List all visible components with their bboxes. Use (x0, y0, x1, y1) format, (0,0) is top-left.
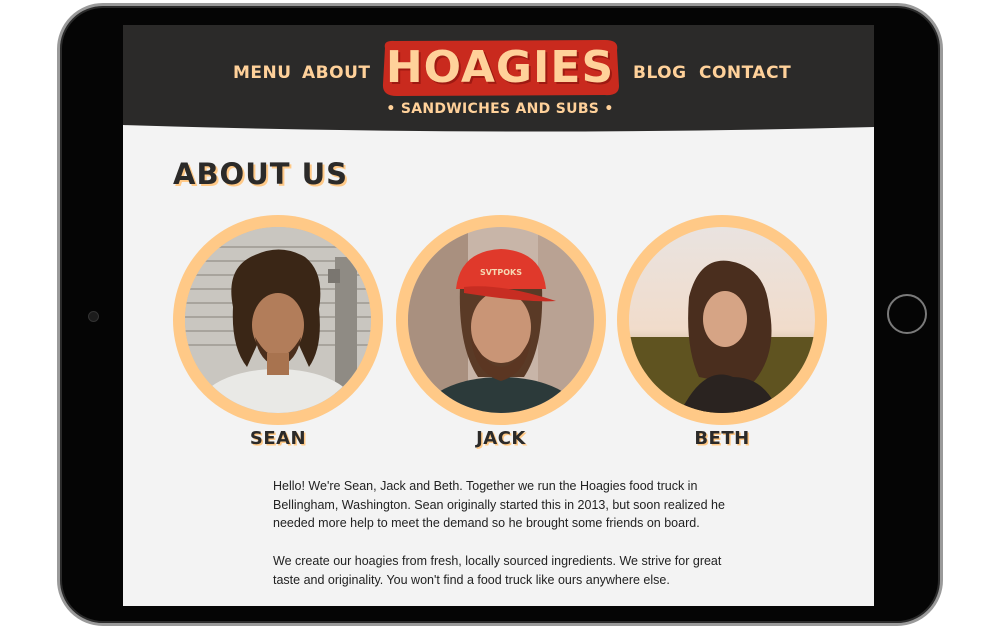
team-member-jack: SVTPOKS JACK (396, 215, 606, 455)
tagline: • SANDWICHES AND SUBS • (386, 101, 614, 117)
camera-icon (88, 311, 99, 322)
avatar-photo-jack: SVTPOKS (408, 227, 594, 413)
svg-text:SVTPOKS: SVTPOKS (480, 268, 522, 277)
nav-link-about[interactable]: ABOUT (302, 63, 370, 83)
logo[interactable]: HOAGIES (379, 38, 621, 98)
member-name: SEAN (249, 428, 307, 449)
member-name: JACK (476, 428, 526, 449)
nav-link-menu[interactable]: MENU (233, 63, 292, 83)
team-member-sean: SEAN (173, 215, 383, 455)
page-title: ABOUT US (173, 157, 349, 191)
portrait-image (629, 227, 815, 413)
nav-link-contact[interactable]: CONTACT (699, 63, 791, 83)
home-button[interactable] (887, 294, 927, 334)
nav-link-blog[interactable]: BLOG (633, 63, 687, 83)
team-member-beth: BETH (617, 215, 827, 455)
about-paragraph: We create our hoagies from fresh, locall… (273, 553, 722, 587)
portrait-image (185, 227, 371, 413)
about-text: Hello! We're Sean, Jack and Beth. Togeth… (273, 477, 743, 606)
website-screen: MENU ABOUT HOAGIES BLOG CONTACT • SANDWI… (123, 25, 874, 606)
avatar-photo-sean (185, 227, 371, 413)
portrait-image: SVTPOKS (408, 227, 594, 413)
member-name: BETH (694, 428, 750, 449)
avatar-photo-beth (629, 227, 815, 413)
logo-text: HOAGIES (385, 42, 615, 93)
about-paragraph: Hello! We're Sean, Jack and Beth. Togeth… (273, 479, 725, 531)
